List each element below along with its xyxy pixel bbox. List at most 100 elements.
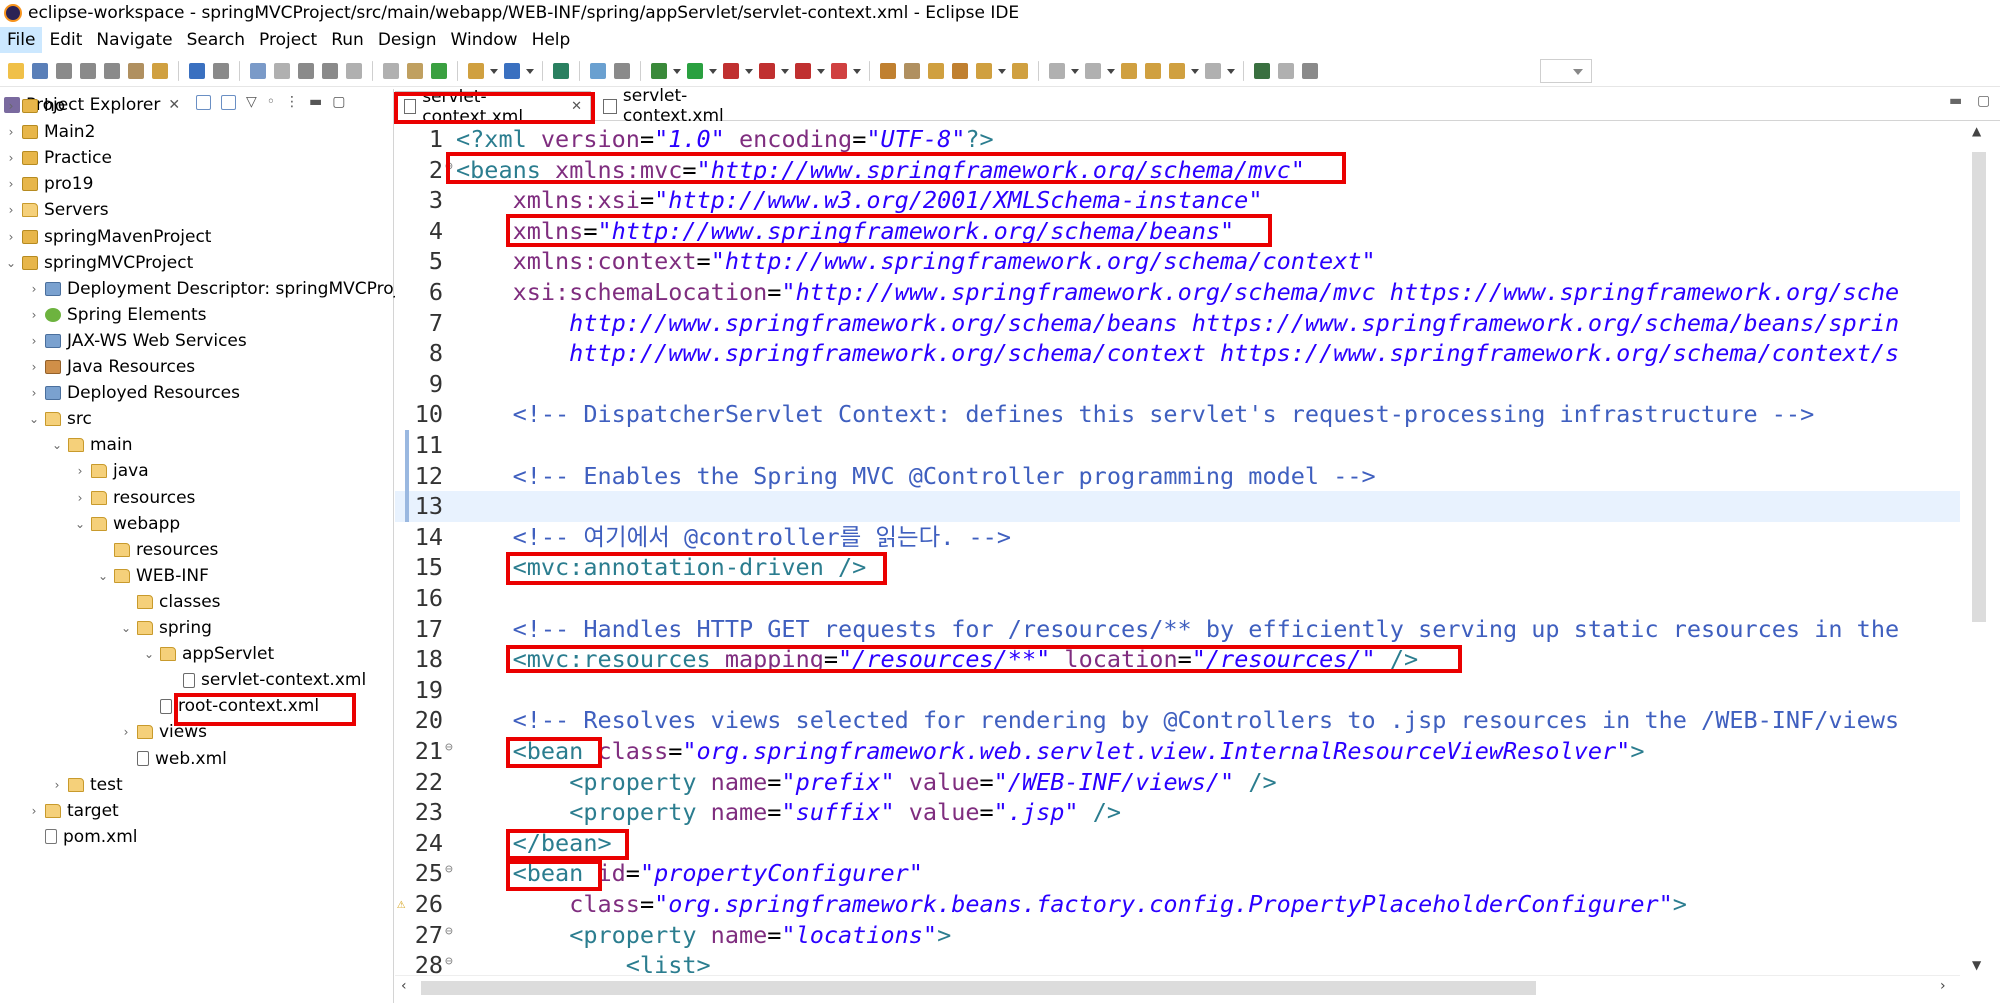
code-line[interactable]: 1 <?xml version="1.0" encoding="UTF-8"?> (395, 124, 1960, 155)
tree-item-views[interactable]: › views (119, 719, 207, 745)
toolbar-button-icon[interactable] (976, 62, 992, 79)
menu-edit[interactable]: Edit (42, 27, 89, 53)
tree-item-src[interactable]: ⌄ src (27, 406, 92, 432)
dropdown-arrow-icon[interactable] (526, 67, 534, 75)
maximize-icon[interactable]: ▢ (332, 95, 345, 110)
dropdown-arrow-icon[interactable] (781, 67, 789, 75)
tree-item-webapp[interactable]: ⌄ webapp (73, 511, 180, 537)
dropdown-arrow-icon[interactable] (673, 67, 681, 75)
tree-item-main[interactable]: ⌄ main (50, 432, 133, 458)
chevron-down-icon[interactable]: ⌄ (73, 517, 87, 531)
scroll-down-icon[interactable]: ▼ (1972, 958, 1981, 972)
code-line[interactable]: 27 ⊖ <property name="locations"> (395, 920, 1960, 951)
focus-icon[interactable]: ◦ (267, 95, 275, 110)
menu-project[interactable]: Project (252, 27, 324, 53)
tree-item-deployed-resources[interactable]: › Deployed Resources (27, 380, 240, 406)
code-line[interactable]: 4 xmlns="http://www.springframework.org/… (395, 216, 1960, 247)
toolbar-button-icon[interactable] (407, 62, 423, 79)
menu-file[interactable]: File (0, 27, 43, 53)
toolbar-button-icon[interactable] (104, 62, 120, 79)
dropdown-arrow-icon[interactable] (853, 67, 861, 75)
code-line[interactable]: 12 <!-- Enables the Spring MVC @Controll… (395, 461, 1960, 492)
toolbar-button-icon[interactable] (687, 62, 703, 79)
toolbar-button-icon[interactable] (346, 62, 362, 79)
tab-servlet-context-second[interactable]: servlet-context.xml (595, 86, 795, 126)
code-line[interactable]: 6 xsi:schemaLocation="http://www.springf… (395, 277, 1960, 308)
code-line[interactable]: 25 ⊖ <bean id="propertyConfigurer" (395, 858, 1960, 889)
toolbar-button-icon[interactable] (831, 62, 847, 79)
toolbar-button-icon[interactable] (298, 62, 314, 79)
dropdown-arrow-icon[interactable] (1107, 67, 1115, 75)
tree-item-jax-ws-web-services[interactable]: › JAX-WS Web Services (27, 328, 247, 354)
dropdown-arrow-icon[interactable] (745, 67, 753, 75)
horizontal-scrollbar[interactable]: ‹ › (395, 975, 1960, 999)
menu-window[interactable]: Window (444, 27, 525, 53)
toolbar-button-icon[interactable] (1049, 62, 1065, 79)
link-with-editor-icon[interactable] (221, 95, 236, 110)
code-line[interactable]: 5 xmlns:context="http://www.springframew… (395, 246, 1960, 277)
tree-item-web-inf[interactable]: ⌄ WEB-INF (96, 563, 209, 589)
toolbar-button-icon[interactable] (553, 62, 569, 79)
tree-item-deployment-descriptor-springmvcprojec[interactable]: › Deployment Descriptor: springMVCProjec (27, 276, 419, 302)
code-line[interactable]: 3 xmlns:xsi="http://www.w3.org/2001/XMLS… (395, 185, 1960, 216)
tree-item-java-resources[interactable]: › Java Resources (27, 354, 196, 380)
toolbar-button-icon[interactable] (431, 62, 447, 79)
code-line[interactable]: 16 (395, 583, 1960, 614)
toolbar-button-icon[interactable] (56, 62, 72, 79)
chevron-right-icon[interactable]: › (27, 804, 41, 818)
toolbar-button-icon[interactable] (250, 62, 266, 79)
code-line[interactable]: 15 <mvc:annotation-driven /> (395, 552, 1960, 583)
toolbar-button-icon[interactable] (614, 62, 630, 79)
toolbar-button-icon[interactable] (952, 62, 968, 79)
code-line[interactable]: 8 http://www.springframework.org/schema/… (395, 338, 1960, 369)
tree-item-web-xml[interactable]: web.xml (119, 746, 227, 772)
tree-item-pro19[interactable]: › pro19 (4, 171, 94, 197)
code-line[interactable]: 22 <property name="prefix" value="/WEB-I… (395, 767, 1960, 798)
minimize-editor-icon[interactable]: ▬ (1949, 93, 1962, 109)
filter-icon[interactable]: ▽ (246, 95, 257, 110)
dropdown-arrow-icon[interactable] (1071, 67, 1079, 75)
toolbar-button-icon[interactable] (213, 62, 229, 79)
dropdown-arrow-icon[interactable] (490, 67, 498, 75)
toolbar-button-icon[interactable] (1302, 62, 1318, 79)
chevron-right-icon[interactable]: › (27, 360, 41, 374)
toolbar-button-icon[interactable] (651, 62, 667, 79)
chevron-right-icon[interactable]: › (73, 464, 87, 478)
toolbar-button-icon[interactable] (468, 62, 484, 79)
chevron-down-icon[interactable]: ⌄ (96, 569, 110, 583)
tree-item-spring-elements[interactable]: › Spring Elements (27, 302, 207, 328)
code-line[interactable]: 24 </bean> (395, 828, 1960, 859)
toolbar-button-icon[interactable] (1012, 62, 1028, 79)
tree-item-root-context-xml[interactable]: root-context.xml (142, 693, 319, 719)
chevron-down-icon[interactable]: ⌄ (50, 438, 64, 452)
fold-toggle-icon[interactable]: ⊖ (445, 917, 453, 948)
vertical-scrollbar[interactable]: ▲ ▼ (1960, 122, 2000, 977)
tree-item-resources[interactable]: resources (96, 537, 218, 563)
toolbar-button-icon[interactable] (8, 62, 24, 79)
toolbar-button-icon[interactable] (152, 62, 168, 79)
toolbar-button-icon[interactable] (1121, 62, 1137, 79)
code-line[interactable]: 7 http://www.springframework.org/schema/… (395, 308, 1960, 339)
chevron-right-icon[interactable]: › (4, 99, 18, 113)
code-line[interactable]: 23 <property name="suffix" value=".jsp" … (395, 797, 1960, 828)
toolbar-button-icon[interactable] (189, 62, 205, 79)
code-line[interactable]: 14 <!-- 여기에서 @controller를 읽는다. --> (395, 522, 1960, 553)
warning-icon[interactable]: ⚠ (397, 889, 405, 920)
code-line[interactable]: 20 <!-- Resolves views selected for rend… (395, 705, 1960, 736)
menu-navigate[interactable]: Navigate (89, 27, 179, 53)
chevron-right-icon[interactable]: › (27, 386, 41, 400)
code-line[interactable]: 13 (395, 491, 1960, 522)
toolbar-button-icon[interactable] (1169, 62, 1185, 79)
fold-toggle-icon[interactable]: ⊖ (445, 855, 453, 886)
scroll-right-icon[interactable]: › (1940, 978, 1946, 994)
tree-item-springmavenproject[interactable]: › springMavenProject (4, 224, 212, 250)
toolbar-button-icon[interactable] (274, 62, 290, 79)
dropdown-arrow-icon[interactable] (817, 67, 825, 75)
toolbar-button-icon[interactable] (128, 62, 144, 79)
code-line[interactable]: 17 <!-- Handles HTTP GET requests for /r… (395, 614, 1960, 645)
code-editor[interactable]: 1 <?xml version="1.0" encoding="UTF-8"?> 2… (395, 122, 1960, 977)
toolbar-button-icon[interactable] (322, 62, 338, 79)
tree-item-springmvcproject[interactable]: ⌄ springMVCProject (4, 250, 193, 276)
fold-toggle-icon[interactable]: ⊖ (445, 733, 453, 764)
code-line[interactable]: 11 (395, 430, 1960, 461)
